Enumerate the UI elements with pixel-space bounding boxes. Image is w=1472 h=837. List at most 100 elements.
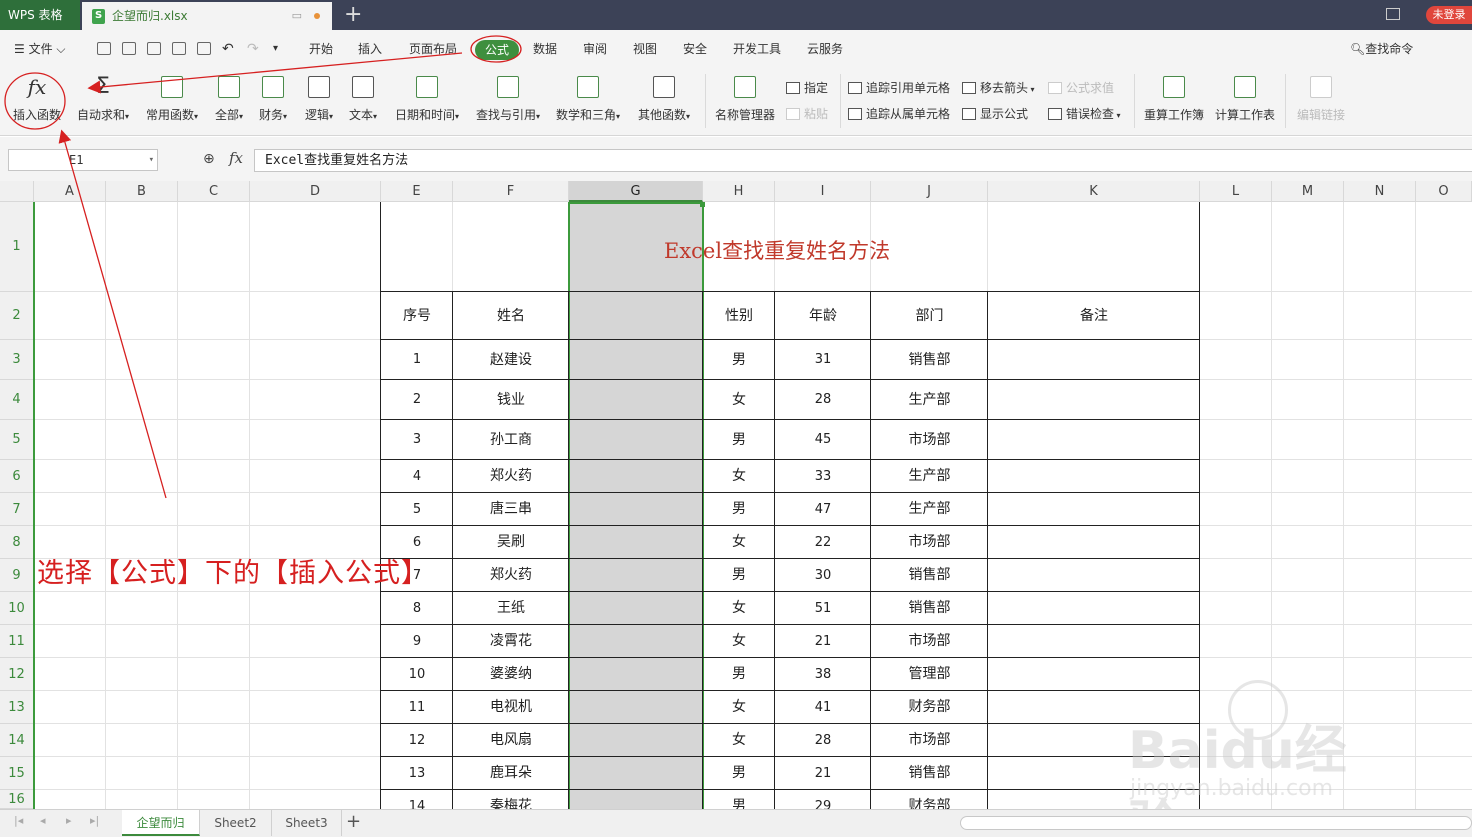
- row-header-9[interactable]: 9: [0, 559, 34, 592]
- row-header-1[interactable]: 1: [0, 202, 34, 292]
- monitor-icon[interactable]: ▭: [292, 2, 302, 30]
- chevron-down-icon[interactable]: ▾: [149, 150, 154, 170]
- table-cell[interactable]: 45: [775, 420, 871, 460]
- row-header-12[interactable]: 12: [0, 658, 34, 691]
- table-header-cell[interactable]: 性别: [703, 292, 775, 340]
- row-header-6[interactable]: 6: [0, 460, 34, 493]
- table-cell[interactable]: 12: [381, 724, 453, 757]
- finance-functions-button[interactable]: 财务▾: [254, 68, 292, 134]
- other-functions-button[interactable]: 其他函数▾: [634, 68, 694, 134]
- table-cell[interactable]: 13: [381, 757, 453, 790]
- column-header-g[interactable]: G: [569, 181, 703, 202]
- name-box[interactable]: E1 ▾: [8, 149, 158, 171]
- tab-cloud[interactable]: 云服务: [807, 30, 843, 68]
- table-cell[interactable]: 凌霄花: [453, 625, 569, 658]
- row-header-16[interactable]: 16: [0, 790, 34, 809]
- name-manager-button[interactable]: 名称管理器: [712, 68, 778, 134]
- sheet-tab-3[interactable]: Sheet3: [272, 810, 342, 836]
- math-functions-button[interactable]: 数学和三角▾: [552, 68, 624, 134]
- table-cell[interactable]: 3: [381, 420, 453, 460]
- horizontal-scrollbar[interactable]: [960, 816, 1472, 830]
- show-formulas-button[interactable]: 显示公式: [962, 105, 1028, 122]
- column-header-k[interactable]: K: [988, 181, 1200, 202]
- table-cell[interactable]: 销售部: [871, 340, 988, 380]
- tab-developer[interactable]: 开发工具: [733, 30, 781, 68]
- table-cell[interactable]: 2: [381, 380, 453, 420]
- table-cell[interactable]: 男: [703, 658, 775, 691]
- table-cell[interactable]: 电视机: [453, 691, 569, 724]
- fx-icon[interactable]: fx: [229, 149, 243, 167]
- search-command[interactable]: 🔍︎查找命令: [1350, 30, 1413, 68]
- export-pdf-icon[interactable]: [147, 42, 161, 55]
- text-functions-button[interactable]: 文本▾: [344, 68, 382, 134]
- column-header-h[interactable]: H: [703, 181, 775, 202]
- table-cell[interactable]: 28: [775, 724, 871, 757]
- recalculate-workbook-button[interactable]: 重算工作簿: [1142, 68, 1206, 134]
- tab-page-layout[interactable]: 页面布局: [409, 30, 457, 68]
- table-cell[interactable]: 孙工商: [453, 420, 569, 460]
- next-sheet-icon[interactable]: ▸: [66, 814, 72, 827]
- table-cell[interactable]: 财务部: [871, 691, 988, 724]
- table-cell[interactable]: 吴刷: [453, 526, 569, 559]
- lookup-functions-button[interactable]: 查找与引用▾: [472, 68, 544, 134]
- table-cell[interactable]: 生产部: [871, 460, 988, 493]
- table-cell[interactable]: 女: [703, 691, 775, 724]
- common-functions-button[interactable]: 常用函数▾: [142, 68, 202, 134]
- tab-security[interactable]: 安全: [683, 30, 707, 68]
- table-header-cell[interactable]: 备注: [988, 292, 1200, 340]
- window-mode-icon[interactable]: [1386, 8, 1400, 20]
- table-cell[interactable]: 婆婆纳: [453, 658, 569, 691]
- table-cell[interactable]: 8: [381, 592, 453, 625]
- table-cell[interactable]: 51: [775, 592, 871, 625]
- formula-input[interactable]: Excel查找重复姓名方法: [254, 149, 1472, 172]
- column-header-e[interactable]: E: [381, 181, 453, 202]
- row-header-8[interactable]: 8: [0, 526, 34, 559]
- column-header-o[interactable]: O: [1416, 181, 1472, 202]
- trace-dependents-button[interactable]: 追踪从属单元格: [848, 105, 950, 122]
- table-cell[interactable]: 10: [381, 658, 453, 691]
- table-cell[interactable]: 22: [775, 526, 871, 559]
- row-header-14[interactable]: 14: [0, 724, 34, 757]
- table-cell[interactable]: 21: [775, 625, 871, 658]
- tab-data[interactable]: 数据: [533, 30, 557, 68]
- tab-review[interactable]: 审阅: [583, 30, 607, 68]
- sheet-tab-1[interactable]: 企望而归: [122, 810, 200, 836]
- table-cell[interactable]: 女: [703, 380, 775, 420]
- table-cell[interactable]: 女: [703, 526, 775, 559]
- row-header-3[interactable]: 3: [0, 340, 34, 380]
- table-cell[interactable]: 女: [703, 460, 775, 493]
- first-sheet-icon[interactable]: |◂: [14, 814, 23, 827]
- table-cell[interactable]: 市场部: [871, 625, 988, 658]
- table-cell[interactable]: 29: [775, 790, 871, 809]
- row-header-10[interactable]: 10: [0, 592, 34, 625]
- table-cell[interactable]: 秦梅花: [453, 790, 569, 809]
- save-icon[interactable]: [122, 42, 136, 55]
- table-cell[interactable]: 11: [381, 691, 453, 724]
- row-header-11[interactable]: 11: [0, 625, 34, 658]
- table-cell[interactable]: 销售部: [871, 757, 988, 790]
- table-cell[interactable]: 31: [775, 340, 871, 380]
- row-header-4[interactable]: 4: [0, 380, 34, 420]
- column-header-c[interactable]: C: [178, 181, 250, 202]
- last-sheet-icon[interactable]: ▸|: [90, 814, 99, 827]
- table-cell[interactable]: 30: [775, 559, 871, 592]
- table-cell[interactable]: 市场部: [871, 420, 988, 460]
- table-cell[interactable]: 5: [381, 493, 453, 526]
- table-cell[interactable]: 王纸: [453, 592, 569, 625]
- login-button[interactable]: 未登录: [1426, 6, 1472, 24]
- table-cell[interactable]: 41: [775, 691, 871, 724]
- column-header-n[interactable]: N: [1344, 181, 1416, 202]
- row-header-2[interactable]: 2: [0, 292, 34, 340]
- row-header-13[interactable]: 13: [0, 691, 34, 724]
- table-cell[interactable]: 郑火药: [453, 559, 569, 592]
- table-header-cell[interactable]: 年龄: [775, 292, 871, 340]
- document-tab[interactable]: 企望而归.xlsx ▭: [82, 2, 332, 30]
- calculate-sheet-button[interactable]: 计算工作表: [1213, 68, 1277, 134]
- row-header-5[interactable]: 5: [0, 420, 34, 460]
- table-cell[interactable]: 4: [381, 460, 453, 493]
- table-header-cell[interactable]: 姓名: [453, 292, 569, 340]
- table-cell[interactable]: 男: [703, 420, 775, 460]
- table-cell[interactable]: 男: [703, 790, 775, 809]
- table-cell[interactable]: 钱业: [453, 380, 569, 420]
- table-header-cell[interactable]: 部门: [871, 292, 988, 340]
